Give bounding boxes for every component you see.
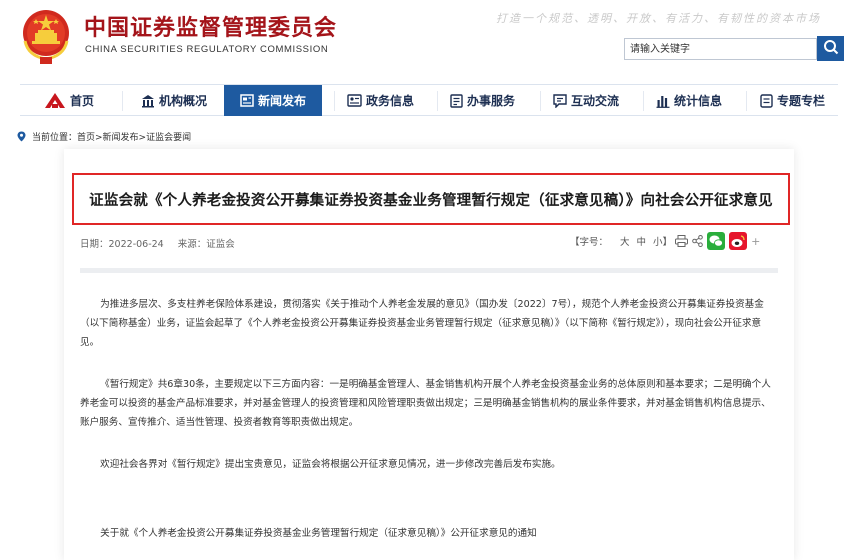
nav-divider <box>437 91 438 111</box>
article-source: 证监会 <box>206 239 235 250</box>
article-panel: 证监会就《个人养老金投资公开募集证券投资基金业务管理暂行规定（征求意见稿）》向社… <box>64 149 794 560</box>
article-date: 2022-06-24 <box>108 239 164 250</box>
share-icon[interactable] <box>692 235 703 247</box>
org-name-cn[interactable]: 中国证券监督管理委员会 <box>84 10 337 42</box>
nav-item-service[interactable]: 办事服务 <box>450 85 515 116</box>
statistics-icon <box>656 94 670 108</box>
home-logo-icon <box>44 92 66 110</box>
title-highlight-box: 证监会就《个人养老金投资公开募集证券投资基金业务管理暂行规定（征求意见稿）》向社… <box>72 173 790 225</box>
government-info-icon <box>347 94 362 107</box>
location-pin-icon <box>17 131 26 142</box>
topic-icon <box>760 93 773 108</box>
article-paragraph: 欢迎社会各界对《暂行规定》提出宝贵意见，证监会将根据公开征求意见情况，进一步修改… <box>100 459 561 470</box>
article-title: 证监会就《个人养老金投资公开募集证券投资基金业务管理暂行规定（征求意见稿）》向社… <box>89 192 773 209</box>
nav-item-label: 机构概况 <box>159 94 208 108</box>
article-tools: 【字号： 大 中 小 】 + <box>570 232 767 250</box>
share-more-icon[interactable]: + <box>751 235 760 248</box>
nav-divider <box>746 91 747 111</box>
nav-item-government-info[interactable]: 政务信息 <box>347 85 414 116</box>
nav-divider <box>643 91 644 111</box>
nav-item-label: 首页 <box>70 94 95 108</box>
search-input[interactable]: 请输入关键字 <box>624 38 817 60</box>
nav-item-label: 专题专栏 <box>777 94 826 108</box>
article-paragraph: 为推进多层次、多支柱养老保险体系建设，贯彻落实《关于推动个人养老金发展的意见》（… <box>80 299 764 348</box>
nav-item-label: 办事服务 <box>467 94 516 108</box>
search-icon <box>823 39 839 59</box>
org-name-en: CHINA SECURITIES REGULATORY COMMISSION <box>85 44 329 55</box>
article-meta: 日期：2022-06-24 来源：证监会 <box>80 236 235 250</box>
font-size-small[interactable]: 小 <box>653 234 663 248</box>
nav-item-institution[interactable]: 机构概况 <box>141 85 207 116</box>
service-icon <box>450 93 463 108</box>
source-label: 来源： <box>177 239 207 250</box>
print-icon[interactable] <box>675 235 689 247</box>
nav-divider <box>334 91 335 111</box>
breadcrumb: 当前位置： 首页>新闻发布>证监会要闻 <box>17 130 191 143</box>
nav-item-chat[interactable]: 互动交流 <box>553 85 619 116</box>
font-size-close: 】 <box>662 237 673 248</box>
font-size-large[interactable]: 大 <box>620 234 630 248</box>
nav-item-label: 互动交流 <box>571 94 620 108</box>
date-label: 日期： <box>80 239 109 250</box>
notice-link[interactable]: 关于就《个人养老金投资公开募集证券投资基金业务管理暂行规定（征求意见稿）》公开征… <box>80 524 780 543</box>
nav-item-statistics[interactable]: 统计信息 <box>656 85 722 116</box>
breadcrumb-prefix: 当前位置： <box>32 133 78 143</box>
nav-item-news[interactable]: 新闻发布 <box>224 85 322 116</box>
nav-divider <box>540 91 541 111</box>
font-size-medium[interactable]: 中 <box>637 234 647 248</box>
nav-item-label: 统计信息 <box>674 94 723 108</box>
main-nav: 首页 机构概况 新闻发布 政务信息 办事服务 互动交流 统计信息 专题专栏 <box>20 84 838 116</box>
slogan: 打造一个规范、透明、开放、有活力、有韧性的资本市场 <box>496 12 821 25</box>
chat-icon <box>553 93 567 108</box>
weibo-icon[interactable] <box>729 232 748 250</box>
institution-icon <box>141 94 155 108</box>
nav-item-label: 政务信息 <box>366 94 415 108</box>
article-paragraph: 《暂行规定》共6章30条，主要规定以下三方面内容：一是明确基金管理人、基金销售机… <box>80 379 771 428</box>
national-emblem-icon[interactable] <box>20 6 72 66</box>
font-size-label: 【字号： <box>570 237 609 248</box>
nav-item-topic[interactable]: 专题专栏 <box>760 85 825 116</box>
wechat-icon[interactable] <box>707 232 726 250</box>
nav-item-home[interactable]: 首页 <box>44 85 94 116</box>
site-header: 中国证券监督管理委员会 CHINA SECURITIES REGULATORY … <box>0 0 858 76</box>
search-button[interactable] <box>817 36 844 61</box>
nav-divider <box>122 91 123 111</box>
breadcrumb-path[interactable]: 首页>新闻发布>证监会要闻 <box>77 130 191 143</box>
nav-item-label: 新闻发布 <box>257 94 306 108</box>
article-divider <box>80 268 778 273</box>
news-icon <box>240 94 254 107</box>
